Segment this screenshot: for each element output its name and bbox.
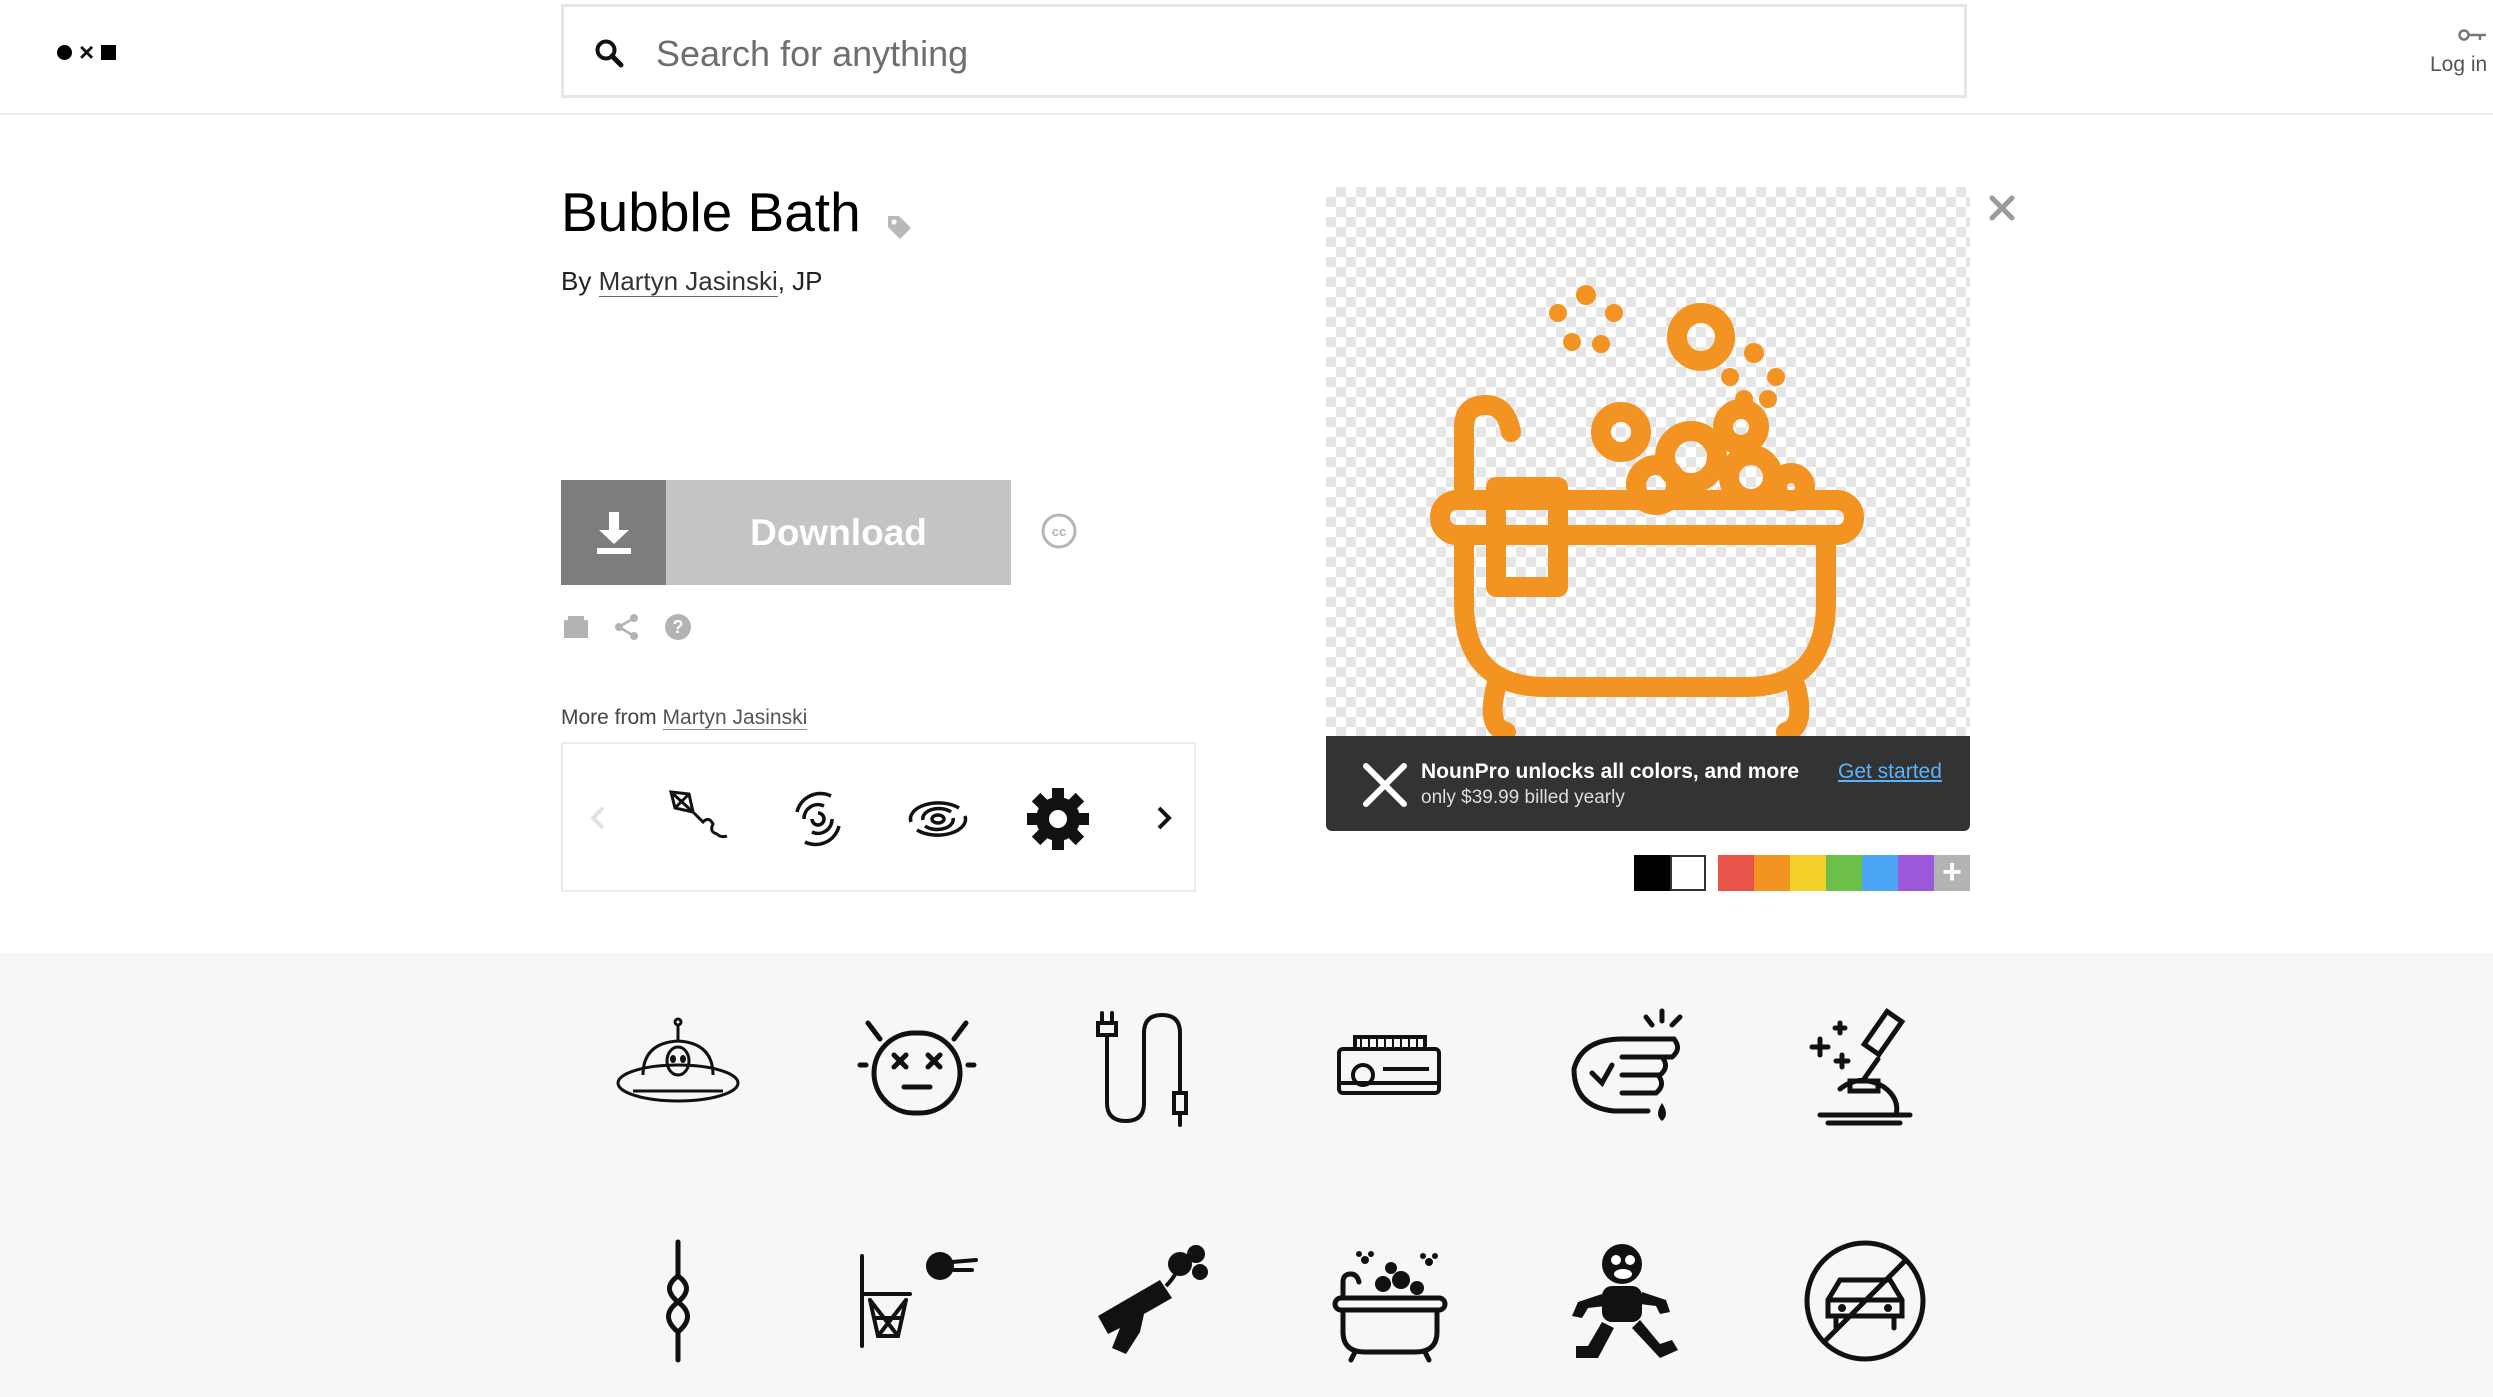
author-link[interactable]: Martyn Jasinski — [598, 266, 778, 297]
more-from-carousel — [561, 742, 1196, 892]
rope-knot-icon[interactable] — [613, 1236, 743, 1366]
cold-sweat-fist-icon[interactable] — [1562, 1003, 1692, 1133]
swatch-white[interactable] — [1670, 855, 1706, 891]
nounpro-tools-icon — [1363, 763, 1407, 807]
svg-text:cc: cc — [1052, 524, 1066, 539]
icon-title: Bubble Bath — [561, 181, 861, 243]
swatch-purple[interactable] — [1898, 855, 1934, 891]
bubble-bath-preview-icon — [1430, 285, 1864, 742]
logo-square — [101, 44, 117, 60]
usb-cable-icon[interactable] — [1090, 1003, 1220, 1133]
swatch-blue[interactable] — [1862, 855, 1898, 891]
by-prefix: By — [561, 266, 592, 296]
more-from-label: More from Martyn Jasinski — [561, 706, 808, 730]
share-icon[interactable] — [612, 612, 642, 642]
basketball-hoop-icon[interactable] — [852, 1236, 982, 1366]
close-icon[interactable] — [1988, 194, 2016, 222]
running-monkey-icon[interactable] — [1562, 1236, 1692, 1366]
related-icons-gallery — [0, 953, 2493, 1397]
projector-icon[interactable] — [1325, 1003, 1455, 1133]
ufo-alien-icon[interactable] — [613, 1003, 743, 1133]
kite-icon[interactable] — [663, 784, 733, 854]
more-from-author-link[interactable]: Martyn Jasinski — [662, 706, 808, 730]
download-button[interactable]: Download — [561, 480, 1011, 585]
download-icon — [596, 511, 631, 554]
robot-face-icon[interactable] — [852, 1003, 982, 1133]
bubble-bath-icon[interactable] — [1325, 1236, 1455, 1366]
tag-icon[interactable] — [884, 212, 914, 242]
site-header: × Log in — [0, 0, 2493, 115]
site-logo[interactable]: × — [57, 37, 117, 67]
author-byline: By Martyn Jasinski, JP — [561, 266, 823, 297]
gear-icon[interactable] — [1023, 784, 1093, 854]
svg-text:?: ? — [673, 617, 684, 637]
download-label[interactable]: Download — [666, 480, 1011, 585]
promo-headline: NounPro unlocks all colors, and more — [1421, 760, 1800, 783]
search-icon[interactable] — [594, 38, 624, 68]
icon-preview: NounPro unlocks all colors, and more onl… — [1326, 187, 1970, 831]
login-link[interactable]: Log in — [2430, 28, 2493, 77]
carousel-prev-icon[interactable] — [585, 800, 611, 836]
logo-dot — [57, 44, 72, 60]
nounpro-promo-banner: NounPro unlocks all colors, and more onl… — [1326, 736, 1970, 831]
get-started-link[interactable]: Get started — [1838, 760, 1942, 784]
galaxy-icon[interactable] — [783, 784, 853, 854]
swatch-black[interactable] — [1634, 855, 1670, 891]
collection-icon[interactable] — [561, 612, 591, 642]
swatch-red[interactable] — [1718, 855, 1754, 891]
swatch-orange[interactable] — [1754, 855, 1790, 891]
key-icon — [2458, 29, 2486, 41]
download-icon-box[interactable] — [561, 480, 666, 585]
author-suffix: , JP — [777, 266, 823, 296]
promo-price: only $39.99 billed yearly — [1421, 787, 1625, 808]
search-input[interactable] — [654, 25, 1938, 83]
gun-flower-icon[interactable] — [1090, 1236, 1220, 1366]
microscope-icon[interactable] — [1800, 1003, 1930, 1133]
color-swatches: + — [1634, 855, 1970, 891]
spiral-galaxy-icon[interactable] — [903, 784, 973, 854]
search-bar[interactable] — [561, 4, 1967, 98]
creative-commons-icon[interactable]: cc — [1040, 512, 1078, 550]
logo-x: × — [79, 37, 95, 67]
carousel-next-icon[interactable] — [1151, 800, 1177, 836]
swatch-yellow[interactable] — [1790, 855, 1826, 891]
swatch-green[interactable] — [1826, 855, 1862, 891]
login-label[interactable]: Log in — [2430, 53, 2493, 77]
custom-color-plus-button[interactable]: + — [1934, 855, 1970, 891]
help-icon[interactable]: ? — [663, 612, 693, 642]
no-car-icon[interactable] — [1800, 1236, 1930, 1366]
more-from-prefix: More from — [561, 706, 657, 729]
